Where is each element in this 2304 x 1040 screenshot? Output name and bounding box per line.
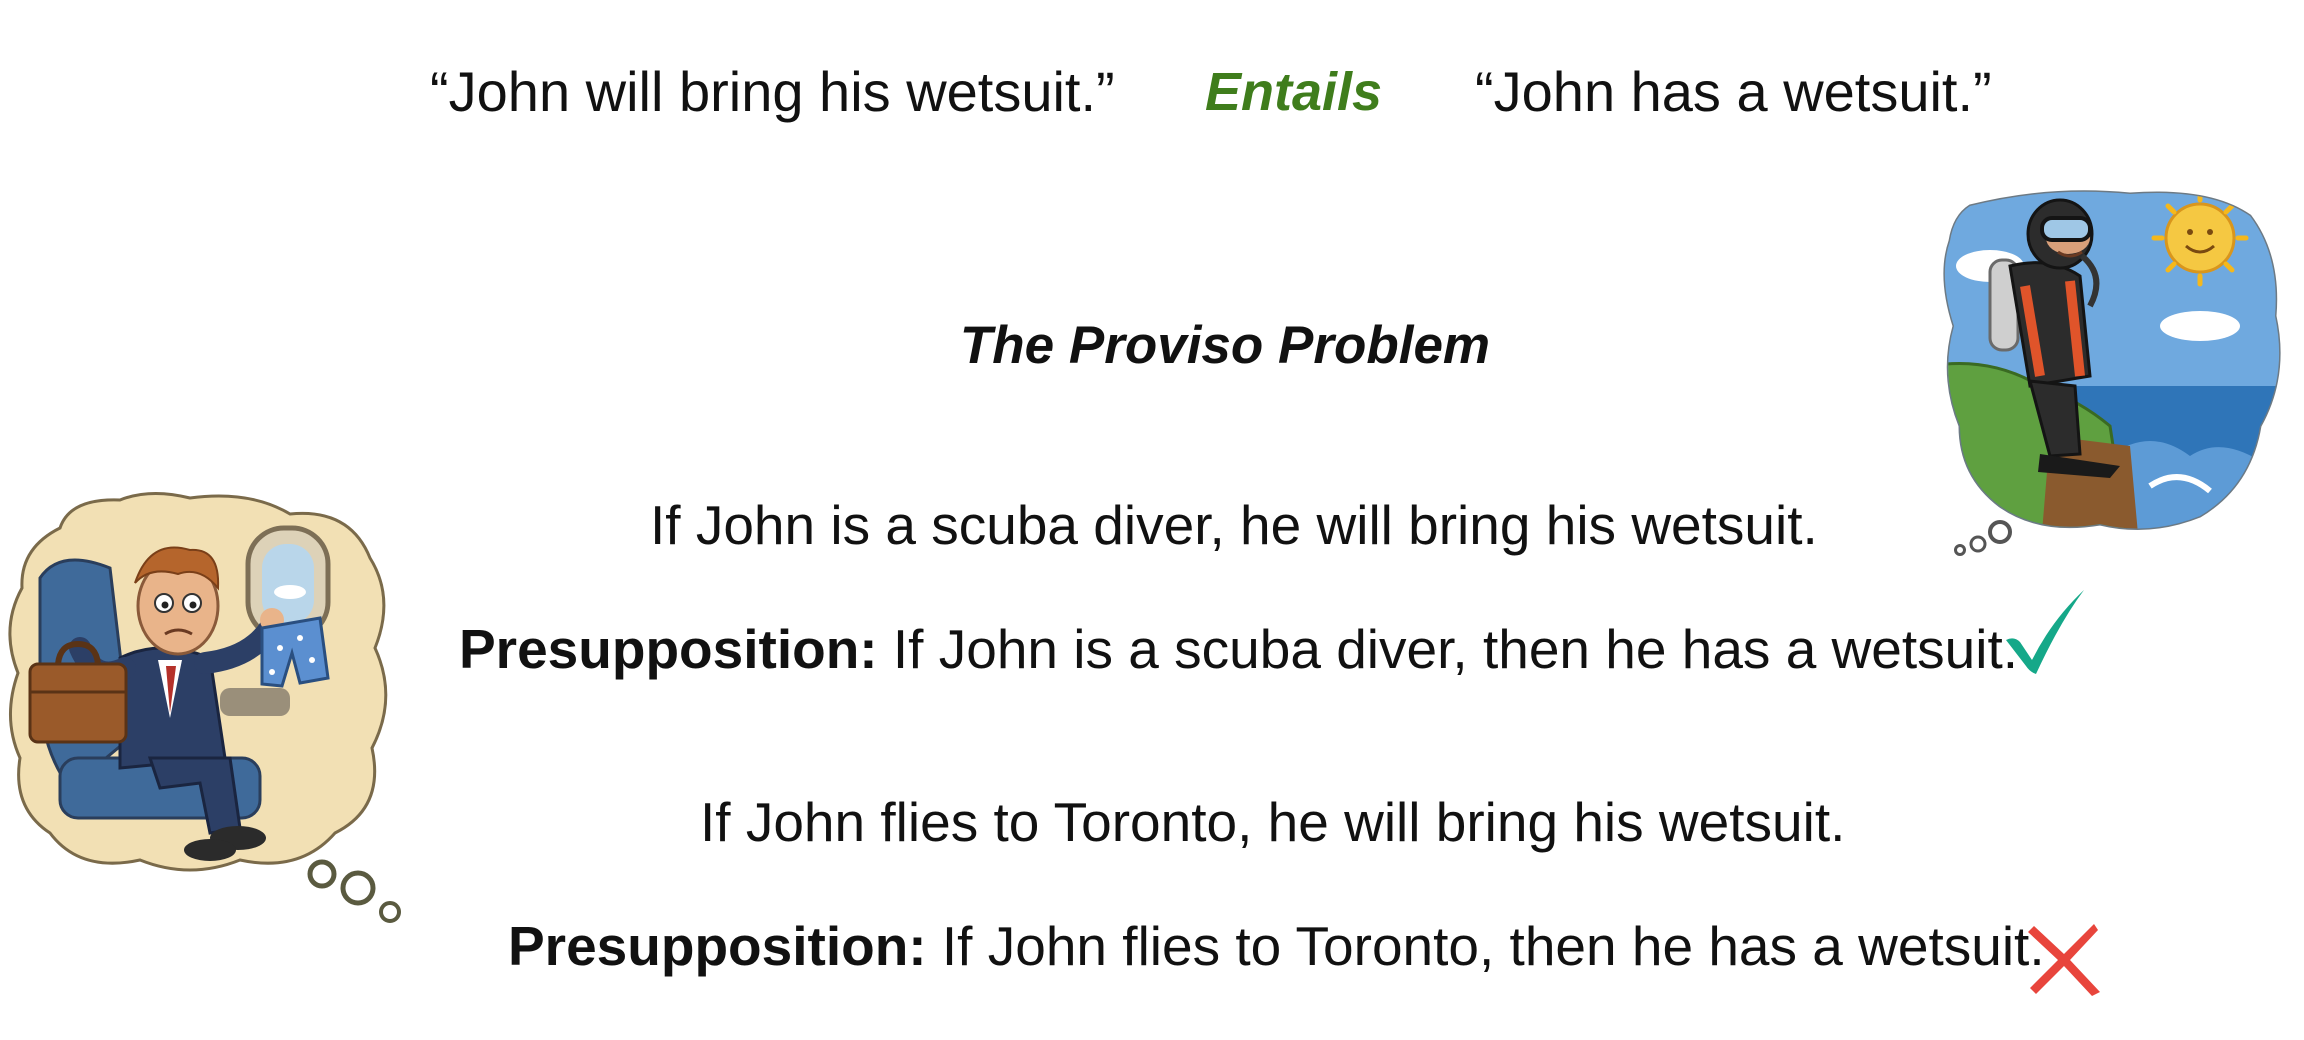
example-1-sentence: If John is a scuba diver, he will bring … [650, 494, 1818, 556]
example-2-sentence: If John flies to Toronto, he will bring … [700, 791, 1846, 853]
presupposition-label: Presupposition: [459, 618, 878, 680]
hypothesis-sentence: “John has a wetsuit.” [1475, 60, 1992, 123]
scuba-diver-on-cliff-illustration [1943, 190, 2281, 556]
check-mark-icon [2006, 590, 2084, 674]
entails-label: Entails [1205, 62, 1383, 122]
cross-mark-icon [2028, 924, 2100, 996]
example-2-presupposition: Presupposition: If John flies to Toronto… [508, 911, 2045, 981]
presupposition-label: Presupposition: [508, 915, 927, 977]
premise-sentence: “John will bring his wetsuit.” [430, 60, 1115, 123]
presupposition-text: If John is a scuba diver, then he has a … [877, 618, 2019, 680]
example-1-presupposition: Presupposition: If John is a scuba diver… [459, 614, 2018, 684]
traveler-on-plane-illustration [8, 491, 401, 923]
presupposition-text: If John flies to Toronto, then he has a … [926, 915, 2045, 977]
entailment-row: “John will bring his wetsuit.” Entails “… [0, 52, 2304, 132]
